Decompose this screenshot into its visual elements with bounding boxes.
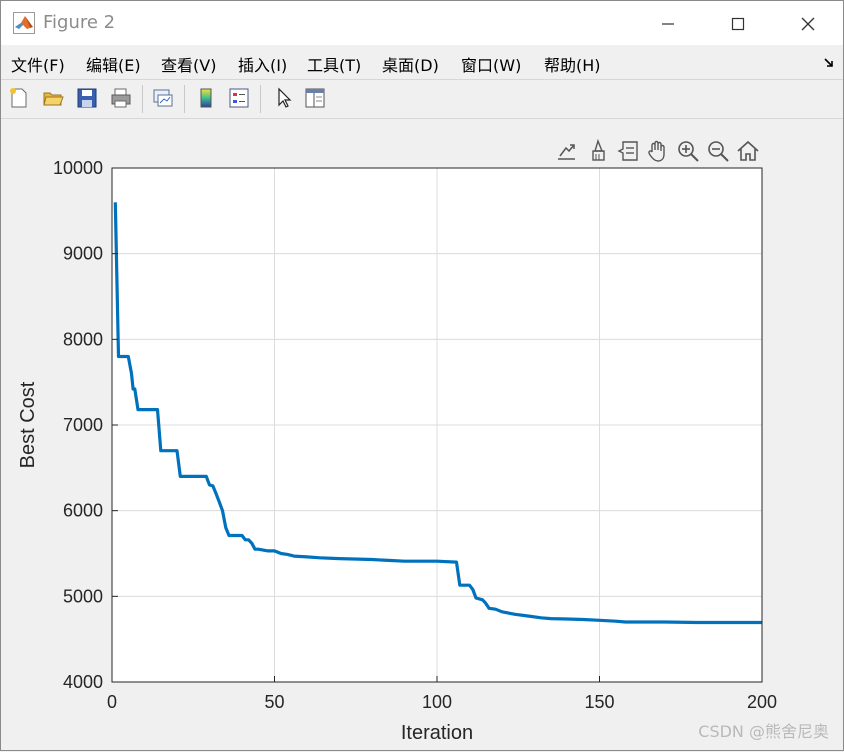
y-tick-label: 4000: [63, 672, 103, 692]
line-chart: 0 50 100 150 200 4000 5000 6000 7000 8000 9000 1000…: [17, 158, 777, 744]
x-tick-label: 0: [107, 692, 117, 712]
x-tick-label: 150: [584, 692, 614, 712]
x-tick-label: 200: [747, 692, 777, 712]
y-tick-label: 10000: [53, 158, 103, 178]
figure-window: Figure 2 文件(F) 编辑(E) 查看(V) 插入(I) 工具(T) 桌…: [0, 0, 844, 751]
y-tick-label: 8000: [63, 329, 103, 349]
y-tick-label: 6000: [63, 501, 103, 521]
x-tick-label: 100: [422, 692, 452, 712]
y-tick-label: 7000: [63, 415, 103, 435]
y-tick-label: 9000: [63, 244, 103, 264]
watermark: CSDN @熊舍尼奥: [698, 722, 829, 741]
y-axis-label: Best Cost: [17, 381, 39, 468]
y-tick-label: 5000: [63, 586, 103, 606]
x-axis-label: Iteration: [401, 722, 473, 744]
x-tick-label: 50: [264, 692, 284, 712]
